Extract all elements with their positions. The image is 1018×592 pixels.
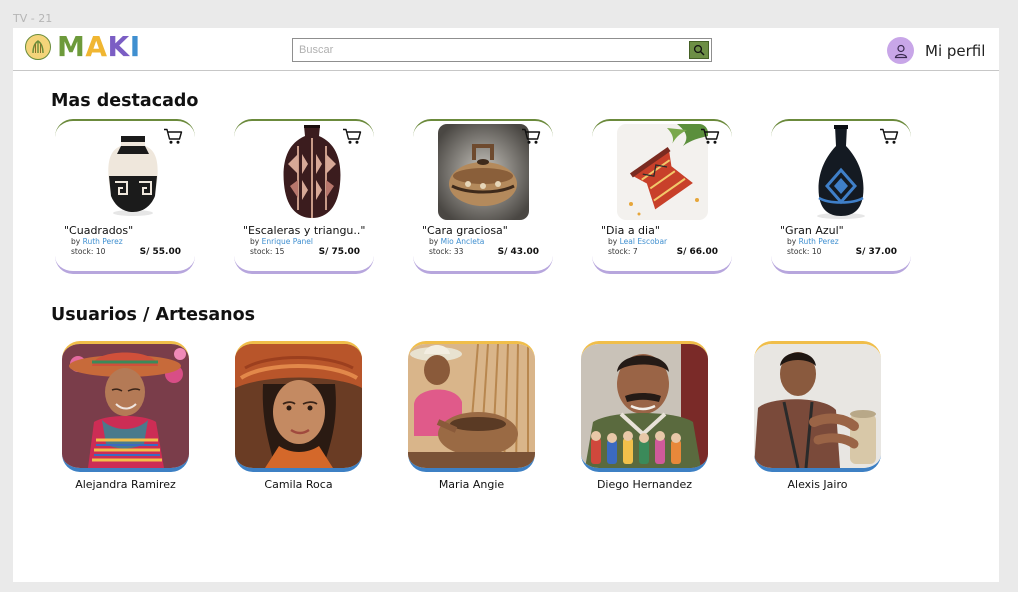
search-bar — [292, 38, 712, 62]
artist-link[interactable]: Ruth Perez — [799, 237, 839, 246]
artisan-photo — [62, 341, 189, 472]
product-price: S/ 43.00 — [497, 247, 539, 257]
product-stock: stock: 15 — [250, 247, 285, 256]
product-price: S/ 37.00 — [855, 247, 897, 257]
artisan-photo — [754, 341, 881, 472]
frame-label: TV - 21 — [13, 12, 53, 25]
artisan-card[interactable]: Camila Roca — [235, 341, 362, 491]
logo-letter-i: I — [129, 30, 141, 63]
shopping-cart-icon — [701, 128, 720, 144]
product-price: S/ 55.00 — [139, 247, 181, 257]
product-price: S/ 75.00 — [318, 247, 360, 257]
add-to-cart-button[interactable] — [521, 128, 541, 149]
artisan-card[interactable]: Alexis Jairo — [754, 341, 881, 491]
add-to-cart-button[interactable] — [879, 128, 899, 149]
profile-label: Mi perfil — [925, 41, 986, 60]
add-to-cart-button[interactable] — [700, 128, 720, 149]
product-card[interactable]: "Escaleras y triangu.." by Enrique Panel… — [234, 119, 374, 274]
product-price: S/ 66.00 — [676, 247, 718, 257]
by-label: by — [608, 237, 618, 246]
product-card[interactable]: "Cara graciosa" by Mio Ancleta stock: 33… — [413, 119, 553, 274]
artisan-name: Camila Roca — [264, 478, 333, 491]
product-stock: stock: 10 — [787, 247, 822, 256]
add-to-cart-button[interactable] — [342, 128, 362, 149]
add-to-cart-button[interactable] — [163, 128, 183, 149]
artist-link[interactable]: Mio Ancleta — [441, 237, 485, 246]
artisan-name: Alejandra Ramirez — [75, 478, 176, 491]
by-label: by — [250, 237, 260, 246]
artisan-card[interactable]: Alejandra Ramirez — [62, 341, 189, 491]
product-image — [617, 124, 708, 220]
artisan-photo — [581, 341, 708, 472]
maki-logo[interactable]: MAKI — [25, 33, 141, 61]
by-label: by — [787, 237, 797, 246]
logo-letter-m: M — [57, 30, 86, 63]
logo-letter-a: A — [85, 30, 108, 63]
product-stock: stock: 7 — [608, 247, 638, 256]
product-artist-line: by Mio Ancleta — [429, 237, 484, 246]
artist-link[interactable]: Ruth Perez — [83, 237, 123, 246]
product-name: "Cara graciosa" — [422, 224, 508, 237]
search-input[interactable] — [293, 39, 689, 61]
artisan-photo — [235, 341, 362, 472]
profile-link[interactable]: Mi perfil — [887, 37, 985, 64]
artist-link[interactable]: Enrique Panel — [262, 237, 313, 246]
shopping-cart-icon — [343, 128, 362, 144]
product-name: "Escaleras y triangu.." — [243, 224, 366, 237]
logo-wordmark: MAKI — [57, 33, 141, 61]
product-artist-line: by Enrique Panel — [250, 237, 313, 246]
product-artist-line: by Ruth Perez — [787, 237, 839, 246]
product-name: "Gran Azul" — [780, 224, 844, 237]
product-name: "Dia a dia" — [601, 224, 660, 237]
product-artist-line: by Ruth Perez — [71, 237, 123, 246]
search-icon — [693, 44, 705, 56]
top-navigation-bar: MAKI Mi perfil — [13, 28, 999, 71]
page-canvas: MAKI Mi perfil Mas destacado — [13, 28, 999, 582]
artisan-name: Maria Angie — [438, 478, 505, 491]
product-card[interactable]: "Cuadrados" by Ruth Perez stock: 10 S/ 5… — [55, 119, 195, 274]
by-label: by — [71, 237, 81, 246]
artisan-name: Alexis Jairo — [787, 478, 848, 491]
product-artist-line: by Leal Escobar — [608, 237, 667, 246]
users-section-title: Usuarios / Artesanos — [51, 305, 256, 325]
product-stock: stock: 10 — [71, 247, 106, 256]
artisan-name: Diego Hernandez — [596, 478, 693, 491]
featured-section-title: Mas destacado — [51, 91, 199, 111]
logo-letter-k: K — [107, 30, 130, 63]
logo-emblem-icon — [25, 34, 51, 60]
by-label: by — [429, 237, 439, 246]
shopping-cart-icon — [522, 128, 541, 144]
product-image — [438, 124, 529, 220]
product-card[interactable]: "Gran Azul" by Ruth Perez stock: 10 S/ 3… — [771, 119, 911, 274]
shopping-cart-icon — [880, 128, 899, 144]
product-name: "Cuadrados" — [64, 224, 134, 237]
user-icon — [887, 37, 914, 64]
artisan-card[interactable]: Maria Angie — [408, 341, 535, 491]
artisan-card[interactable]: Diego Hernandez — [581, 341, 708, 491]
artisan-photo — [408, 341, 535, 472]
artist-link[interactable]: Leal Escobar — [620, 237, 668, 246]
shopping-cart-icon — [164, 128, 183, 144]
product-card[interactable]: "Dia a dia" by Leal Escobar stock: 7 S/ … — [592, 119, 732, 274]
search-button[interactable] — [689, 41, 709, 59]
product-stock: stock: 33 — [429, 247, 464, 256]
